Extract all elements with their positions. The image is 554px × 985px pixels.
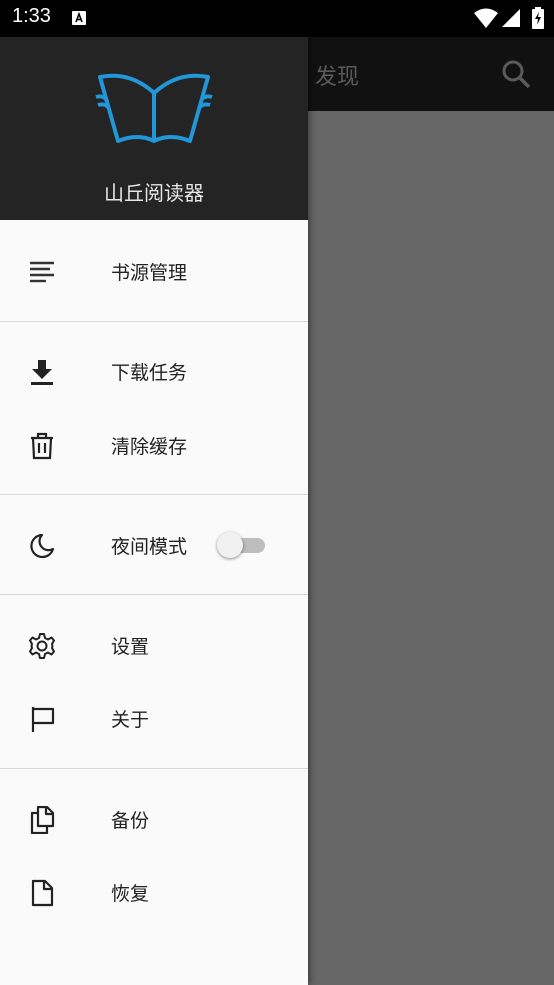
menu-item-backup[interactable]: 备份 <box>0 784 308 854</box>
menu-item-restore[interactable]: 恢复 <box>0 857 308 927</box>
status-time: 1:33 <box>12 5 51 27</box>
page-title: 发现 <box>315 65 360 90</box>
menu-item-label: 清除缓存 <box>111 436 188 458</box>
divider <box>0 494 308 495</box>
toggle-thumb <box>217 532 243 558</box>
night-mode-toggle[interactable] <box>217 530 267 560</box>
menu-item-book-source[interactable]: 书源管理 <box>0 236 308 306</box>
menu-item-settings[interactable]: 设置 <box>0 610 308 680</box>
divider <box>0 321 308 322</box>
wifi-icon <box>474 8 498 28</box>
menu-item-label: 书源管理 <box>111 262 188 284</box>
menu-item-label: 设置 <box>111 636 150 658</box>
copy-icon <box>30 806 55 834</box>
menu-item-download-tasks[interactable]: 下载任务 <box>0 336 308 406</box>
menu-item-label: 下载任务 <box>111 362 188 384</box>
navigation-drawer: 山丘阅读器 书源管理 下载任务 清除缓存 夜间模式 设置 关于 备份 恢复 <box>0 37 308 985</box>
trash-icon <box>31 432 53 460</box>
menu-item-clear-cache[interactable]: 清除缓存 <box>0 410 308 480</box>
menu-item-label: 恢复 <box>111 883 150 905</box>
menu-item-night-mode[interactable]: 夜间模式 <box>0 510 308 580</box>
battery-charging-icon <box>532 7 544 29</box>
status-bar: 1:33 <box>0 0 554 37</box>
list-icon <box>30 261 54 283</box>
search-icon[interactable] <box>500 58 532 90</box>
file-icon <box>31 879 54 907</box>
signal-icon <box>502 9 520 27</box>
flag-icon <box>31 707 55 732</box>
divider <box>0 594 308 595</box>
divider <box>0 768 308 769</box>
download-icon <box>31 360 53 385</box>
menu-item-about[interactable]: 关于 <box>0 683 308 753</box>
settings-icon <box>29 633 55 659</box>
menu-item-label: 备份 <box>111 810 150 832</box>
notification-icon <box>72 11 86 25</box>
menu-item-label: 关于 <box>111 709 150 731</box>
book-logo-icon <box>95 73 213 143</box>
drawer-header: 山丘阅读器 <box>0 37 308 220</box>
moon-icon <box>30 533 55 559</box>
menu-item-label: 夜间模式 <box>111 536 188 558</box>
app-name: 山丘阅读器 <box>104 181 204 205</box>
